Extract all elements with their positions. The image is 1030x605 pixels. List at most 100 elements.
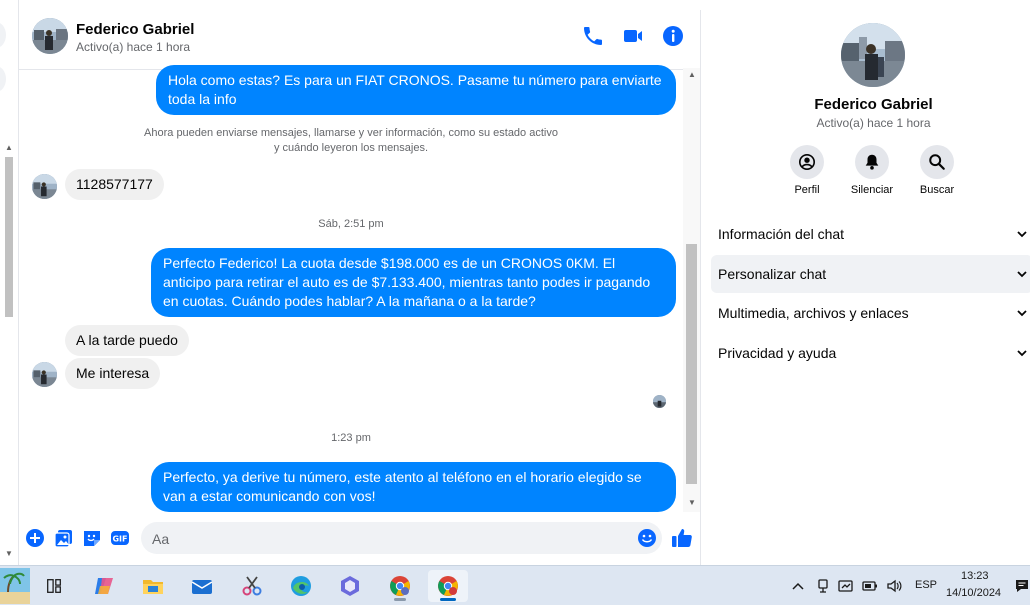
hexagon-app-icon — [341, 576, 359, 596]
message-input-placeholder: Aa — [152, 531, 170, 547]
conversation-list-edge: ▲ ▼ — [0, 0, 19, 565]
taskbar-app-snipping-tool[interactable] — [232, 570, 272, 602]
emoji-icon — [638, 529, 656, 547]
conversation-item-stub[interactable] — [0, 22, 6, 48]
scrollbar-thumb[interactable] — [5, 157, 13, 317]
profile-button[interactable]: Perfil — [777, 145, 837, 196]
edge-browser-icon — [291, 576, 311, 596]
taskbar-app-file-explorer[interactable] — [133, 570, 173, 602]
chevron-down-icon — [1017, 350, 1027, 357]
task-view-button[interactable] — [34, 570, 74, 602]
emoji-button[interactable] — [637, 528, 657, 548]
sender-avatar[interactable] — [32, 174, 57, 199]
conversation-info-button[interactable] — [661, 24, 685, 48]
conversation-item-stub[interactable] — [0, 66, 6, 92]
message-list[interactable]: Hola como estas? Es para un FIAT CRONOS.… — [19, 60, 683, 515]
profile-avatar[interactable] — [841, 23, 905, 87]
gif-button[interactable]: GIF — [110, 528, 130, 548]
message-input[interactable]: Aa — [141, 522, 662, 554]
sticker-icon — [84, 531, 100, 546]
mail-icon — [191, 580, 213, 594]
taskbar-app-edge[interactable] — [281, 570, 321, 602]
taskbar: ESP 13:23 14/10/2024 — [0, 565, 1030, 605]
thumbs-up-icon — [672, 529, 692, 547]
message-outgoing[interactable]: Hola como estas? Es para un FIAT CRONOS.… — [156, 65, 676, 115]
message-timestamp: 1:23 pm — [331, 432, 371, 444]
scissors-icon — [242, 576, 262, 596]
weather-widget-icon — [0, 568, 30, 604]
tray-battery-icon[interactable] — [862, 578, 878, 594]
gif-icon: GIF — [111, 531, 129, 545]
sticker-button[interactable] — [82, 528, 102, 548]
input-language-indicator[interactable]: ESP — [915, 579, 937, 591]
message-timestamp: Sáb, 2:51 pm — [318, 218, 384, 230]
section-label: Personalizar chat — [718, 266, 827, 282]
contact-avatar[interactable] — [32, 18, 68, 54]
system-notice-line: y cuándo leyeron los mensajes. — [273, 142, 429, 154]
phone-icon — [584, 27, 602, 45]
video-camera-icon — [624, 30, 642, 42]
search-button-label: Buscar — [919, 184, 955, 196]
section-privacy-help[interactable]: Privacidad y ayuda — [711, 334, 1030, 372]
search-in-conversation-button[interactable]: Buscar — [907, 145, 967, 196]
taskbar-app-copilot[interactable] — [84, 570, 124, 602]
scroll-up-arrow-icon[interactable]: ▲ — [3, 143, 15, 152]
taskbar-app-chrome-profile-2[interactable] — [428, 570, 468, 602]
taskbar-app-mail[interactable] — [182, 570, 222, 602]
section-media-files-links[interactable]: Multimedia, archivos y enlaces — [711, 294, 1030, 332]
chevron-down-icon — [1017, 271, 1027, 278]
taskbar-app-copilot-hex[interactable] — [330, 570, 370, 602]
taskbar-app-chrome-profile-1[interactable] — [380, 570, 420, 602]
message-incoming[interactable]: 1128577177 — [65, 169, 164, 200]
clock-time[interactable]: 13:23 — [961, 570, 989, 582]
section-label: Información del chat — [718, 226, 845, 242]
message-incoming[interactable]: Me interesa — [65, 358, 161, 389]
notifications-icon[interactable] — [1014, 578, 1030, 594]
plus-circle-icon — [26, 529, 44, 547]
section-customize-chat[interactable]: Personalizar chat — [711, 255, 1030, 293]
section-chat-info[interactable]: Información del chat — [711, 215, 1030, 253]
read-receipt-avatar — [653, 395, 666, 408]
more-actions-button[interactable] — [25, 528, 45, 548]
message-outgoing[interactable]: Perfecto Federico! La cuota desde $198.0… — [151, 248, 676, 317]
conversation-list-scrollbar[interactable]: ▲ ▼ — [3, 143, 15, 563]
scrollbar-thumb[interactable] — [686, 244, 697, 484]
chevron-down-icon — [1017, 310, 1027, 317]
search-icon — [929, 154, 945, 170]
photo-icon — [54, 530, 72, 548]
clock-date[interactable]: 14/10/2024 — [946, 587, 1001, 599]
widgets-button[interactable] — [0, 568, 30, 604]
video-call-button[interactable] — [621, 24, 645, 48]
contact-name[interactable]: Federico Gabriel — [76, 21, 194, 38]
profile-name: Federico Gabriel — [814, 96, 933, 113]
scroll-up-arrow-icon[interactable]: ▲ — [686, 70, 698, 79]
section-label: Privacidad y ayuda — [718, 345, 837, 361]
sender-avatar[interactable] — [32, 362, 57, 387]
mute-button[interactable]: Silenciar — [842, 145, 902, 196]
chrome-icon — [390, 576, 410, 596]
chrome-icon — [438, 576, 458, 596]
section-label: Multimedia, archivos y enlaces — [718, 305, 909, 321]
screen: ▲ ▼ Federico Gabriel Activo(a) hace 1 ho… — [0, 0, 1030, 605]
info-icon — [663, 26, 683, 46]
scroll-down-arrow-icon[interactable]: ▼ — [686, 498, 698, 507]
mute-button-label: Silenciar — [850, 184, 894, 196]
attach-media-button[interactable] — [54, 528, 74, 548]
bell-icon — [865, 154, 879, 170]
message-list-scrollbar[interactable]: ▲ ▼ — [683, 68, 700, 512]
system-notice-line: Ahora pueden enviarse mensajes, llamarse… — [144, 127, 558, 139]
tray-volume-icon[interactable] — [886, 578, 902, 594]
chevron-down-icon — [1017, 231, 1027, 238]
folder-icon — [143, 580, 163, 594]
scroll-down-arrow-icon[interactable]: ▼ — [3, 549, 15, 558]
message-incoming[interactable]: A la tarde puedo — [65, 325, 189, 356]
tray-usb-icon[interactable] — [815, 578, 831, 594]
contact-status: Activo(a) hace 1 hora — [76, 40, 191, 54]
message-outgoing[interactable]: Perfecto, ya derive tu número, este aten… — [151, 462, 676, 512]
voice-call-button[interactable] — [581, 24, 605, 48]
like-button[interactable] — [671, 527, 692, 547]
profile-button-label: Perfil — [794, 184, 820, 196]
tray-overflow-chevron-icon[interactable] — [790, 578, 806, 594]
message-composer: GIF Aa — [19, 515, 700, 563]
tray-network-icon[interactable] — [838, 578, 854, 594]
